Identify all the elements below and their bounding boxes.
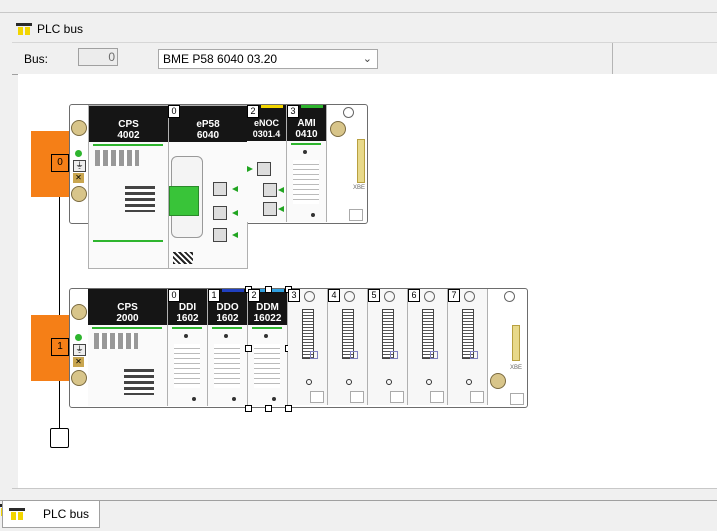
link-arrow-icon <box>278 206 284 212</box>
xbe-label: XBE <box>353 185 366 191</box>
terminal-block-icon <box>125 186 155 212</box>
selection-handle[interactable] <box>265 405 272 412</box>
module-name: AMI <box>297 118 316 129</box>
rack-1-status-column: ⏚ ✕ <box>70 302 88 388</box>
module-header: CPS 2000 <box>88 289 167 325</box>
module-name: DDO <box>216 302 239 313</box>
empty-slot[interactable] <box>408 289 448 405</box>
module-ref: 2000 <box>116 313 139 324</box>
window-titlebar: PLC bus <box>12 18 717 40</box>
slot-number: 5 <box>368 289 380 302</box>
rack-screw-icon <box>71 304 87 320</box>
plc-bus-icon <box>9 508 25 520</box>
sd-card-icon <box>169 186 199 216</box>
empty-slot[interactable] <box>448 289 488 405</box>
empty-slot[interactable] <box>328 289 368 405</box>
ethernet-port-icon[interactable] <box>263 202 277 216</box>
module-enoc-0301[interactable]: eNOC 0301.4 <box>247 105 287 222</box>
module-name: CPS <box>117 302 138 313</box>
slot-number: 1 <box>208 289 220 302</box>
ethernet-port-icon[interactable] <box>213 228 227 242</box>
rack-screw-icon <box>330 121 346 137</box>
bus-line <box>59 162 60 430</box>
link-arrow-icon <box>232 232 238 238</box>
slot-number: 3 <box>288 289 300 302</box>
bus-label: Bus: <box>24 52 49 66</box>
ground-icon: ⏚ <box>73 160 86 172</box>
link-arrow-icon <box>247 166 253 172</box>
module-name: DDM <box>256 302 279 313</box>
plc-bus-icon <box>16 23 32 35</box>
module-ref: 16022 <box>253 313 282 324</box>
slot-number: 6 <box>408 289 420 302</box>
slot-number: 0 <box>168 105 180 118</box>
selection-handle[interactable] <box>285 405 292 412</box>
ethernet-port-icon[interactable] <box>257 162 271 176</box>
module-ref: 0301.4 <box>252 129 281 139</box>
usb-port-icon <box>173 252 193 264</box>
empty-slot[interactable] <box>368 289 408 405</box>
link-arrow-icon <box>278 187 284 193</box>
slot-number: 2 <box>248 289 260 302</box>
slot-number: 0 <box>168 289 180 302</box>
link-arrow-icon <box>232 210 238 216</box>
tab-label: PLC bus <box>43 507 90 521</box>
rack-0-status-column: ⏚ ✕ <box>70 118 88 204</box>
tab-bar: PLC bus <box>0 500 717 531</box>
selection-handle[interactable] <box>265 286 272 293</box>
module-ref: 6040 <box>196 130 220 141</box>
slot-number: 2 <box>247 105 259 118</box>
canvas-bottom-edge <box>12 488 717 500</box>
module-name: eNOC <box>253 118 279 128</box>
ethernet-port-icon[interactable] <box>213 206 227 220</box>
module-ddo-1602[interactable]: DDO 1602 <box>208 289 248 406</box>
cpu-select-value: BME P58 6040 03.20 <box>163 52 278 66</box>
module-ref: 1602 <box>176 313 199 324</box>
bus-number-field[interactable]: 0 <box>78 48 118 66</box>
xbe-label: XBE <box>510 365 523 371</box>
rack-1-number: 1 <box>51 338 69 356</box>
module-cps-4002[interactable]: CPS 4002 <box>88 105 169 269</box>
terminal-block-icon <box>124 369 154 395</box>
rack-screw-icon <box>71 370 87 386</box>
rack-0-number: 0 <box>51 154 69 172</box>
module-ref: 0410 <box>295 129 318 140</box>
rack-0-end-cap: XBE <box>327 105 365 221</box>
module-name: eP58 <box>196 119 220 130</box>
module-name: DDI <box>178 302 197 313</box>
module-ddi-1602[interactable]: DDI 1602 <box>168 289 208 406</box>
module-ref: 1602 <box>216 313 239 324</box>
module-header: CPS 4002 <box>89 106 168 142</box>
slot-number: 3 <box>287 105 299 118</box>
ethernet-port-icon[interactable] <box>213 182 227 196</box>
link-arrow-icon <box>232 186 238 192</box>
module-ddm-16022[interactable]: DDM 16022 <box>248 289 288 406</box>
slot-number: 7 <box>448 289 460 302</box>
toolbar-separator <box>612 43 613 74</box>
module-cps-2000[interactable]: CPS 2000 <box>88 289 168 406</box>
window-title: PLC bus <box>37 22 84 36</box>
module-ref: 4002 <box>117 130 140 141</box>
module-name: CPS <box>118 119 139 130</box>
module-ep58-6040[interactable]: eP58 6040 <box>168 105 248 269</box>
ethernet-port-icon[interactable] <box>263 183 277 197</box>
top-strip <box>0 0 717 13</box>
cpu-select[interactable]: BME P58 6040 03.20 ⌄ <box>158 49 378 69</box>
module-header: eP58 6040 <box>169 106 247 142</box>
selection-handle[interactable] <box>245 345 252 352</box>
toolbar: Bus: 0 BME P58 6040 03.20 ⌄ <box>12 42 717 75</box>
chevron-down-icon: ⌄ <box>362 53 372 65</box>
rack-screw-icon <box>490 373 506 389</box>
ground-icon: ⏚ <box>73 344 86 356</box>
slot-number: 4 <box>328 289 340 302</box>
rack-screw-icon <box>71 120 87 136</box>
selection-handle[interactable] <box>245 405 252 412</box>
empty-slot[interactable] <box>288 289 328 405</box>
rack-1-end-cap: XBE <box>488 289 525 405</box>
add-rack-box[interactable] <box>50 428 69 448</box>
module-ami-0410[interactable]: AMI 0410 <box>287 105 327 222</box>
tab-plc-bus[interactable]: PLC bus <box>2 501 100 528</box>
rack-screw-icon <box>71 186 87 202</box>
